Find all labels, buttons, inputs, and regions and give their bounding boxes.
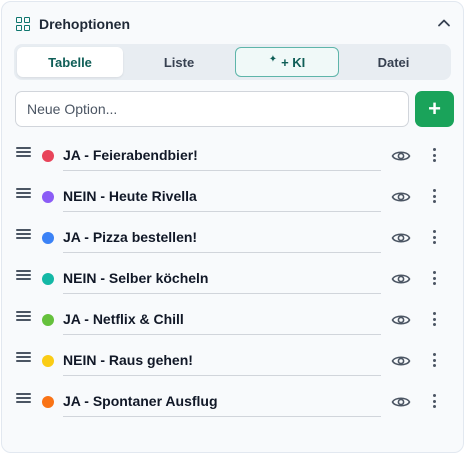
eye-icon[interactable]	[391, 230, 411, 246]
option-label[interactable]: JA - Netflix & Chill	[63, 311, 184, 327]
tab-ki[interactable]: ✦ + KI	[235, 47, 339, 77]
more-vertical-icon[interactable]	[428, 146, 440, 164]
drag-handle-icon[interactable]	[16, 188, 31, 198]
more-vertical-icon[interactable]	[428, 351, 440, 369]
divider	[63, 170, 381, 171]
list-item: JA - Feierabendbier!	[2, 135, 463, 176]
more-vertical-icon[interactable]	[428, 310, 440, 328]
chevron-up-icon[interactable]	[437, 16, 451, 30]
divider	[63, 334, 381, 335]
color-dot[interactable]	[42, 191, 54, 203]
spin-options-panel: Drehoptionen Tabelle Liste ✦ + KI Datei …	[1, 1, 464, 453]
tab-ki-label: + KI	[281, 54, 306, 70]
drag-handle-icon[interactable]	[16, 352, 31, 362]
option-label[interactable]: JA - Feierabendbier!	[63, 147, 198, 163]
eye-icon[interactable]	[391, 189, 411, 205]
tab-tabelle-label: Tabelle	[48, 54, 92, 70]
color-dot[interactable]	[42, 273, 54, 285]
option-label[interactable]: NEIN - Selber köcheln	[63, 270, 208, 286]
drag-handle-icon[interactable]	[16, 393, 31, 403]
option-label[interactable]: NEIN - Heute Rivella	[63, 188, 197, 204]
list-item: NEIN - Raus gehen!	[2, 340, 463, 381]
color-dot[interactable]	[42, 396, 54, 408]
tab-datei-label: Datei	[377, 54, 410, 70]
eye-icon[interactable]	[391, 271, 411, 287]
options-list: JA - Feierabendbier! NEIN - Heute Rivell…	[2, 135, 463, 422]
drag-handle-icon[interactable]	[16, 229, 31, 239]
panel-header: Drehoptionen	[16, 14, 453, 34]
drag-handle-icon[interactable]	[16, 311, 31, 321]
option-label[interactable]: JA - Spontaner Ausflug	[63, 393, 218, 409]
option-label[interactable]: JA - Pizza bestellen!	[63, 229, 197, 245]
grid-icon	[16, 17, 30, 31]
input-mode-tabs: Tabelle Liste ✦ + KI Datei	[14, 44, 451, 80]
eye-icon[interactable]	[391, 394, 411, 410]
list-item: JA - Pizza bestellen!	[2, 217, 463, 258]
new-option-input[interactable]	[15, 91, 409, 127]
more-vertical-icon[interactable]	[428, 228, 440, 246]
drag-handle-icon[interactable]	[16, 147, 31, 157]
tab-liste[interactable]: Liste	[123, 47, 235, 77]
color-dot[interactable]	[42, 355, 54, 367]
add-option-button[interactable]: +	[415, 91, 454, 127]
more-vertical-icon[interactable]	[428, 187, 440, 205]
list-item: JA - Spontaner Ausflug	[2, 381, 463, 422]
color-dot[interactable]	[42, 314, 54, 326]
divider	[63, 375, 381, 376]
new-option-row: +	[15, 91, 454, 127]
eye-icon[interactable]	[391, 148, 411, 164]
more-vertical-icon[interactable]	[428, 269, 440, 287]
sparkle-icon: ✦	[268, 53, 278, 65]
eye-icon[interactable]	[391, 312, 411, 328]
list-item: NEIN - Selber köcheln	[2, 258, 463, 299]
more-vertical-icon[interactable]	[428, 392, 440, 410]
color-dot[interactable]	[42, 150, 54, 162]
eye-icon[interactable]	[391, 353, 411, 369]
tab-tabelle[interactable]: Tabelle	[17, 47, 123, 77]
drag-handle-icon[interactable]	[16, 270, 31, 280]
divider	[63, 211, 381, 212]
list-item: NEIN - Heute Rivella	[2, 176, 463, 217]
divider	[63, 252, 381, 253]
divider	[63, 293, 381, 294]
tab-datei[interactable]: Datei	[339, 47, 448, 77]
panel-title: Drehoptionen	[39, 16, 130, 32]
color-dot[interactable]	[42, 232, 54, 244]
option-label[interactable]: NEIN - Raus gehen!	[63, 352, 193, 368]
list-item: JA - Netflix & Chill	[2, 299, 463, 340]
divider	[63, 416, 381, 417]
tab-liste-label: Liste	[163, 54, 195, 70]
